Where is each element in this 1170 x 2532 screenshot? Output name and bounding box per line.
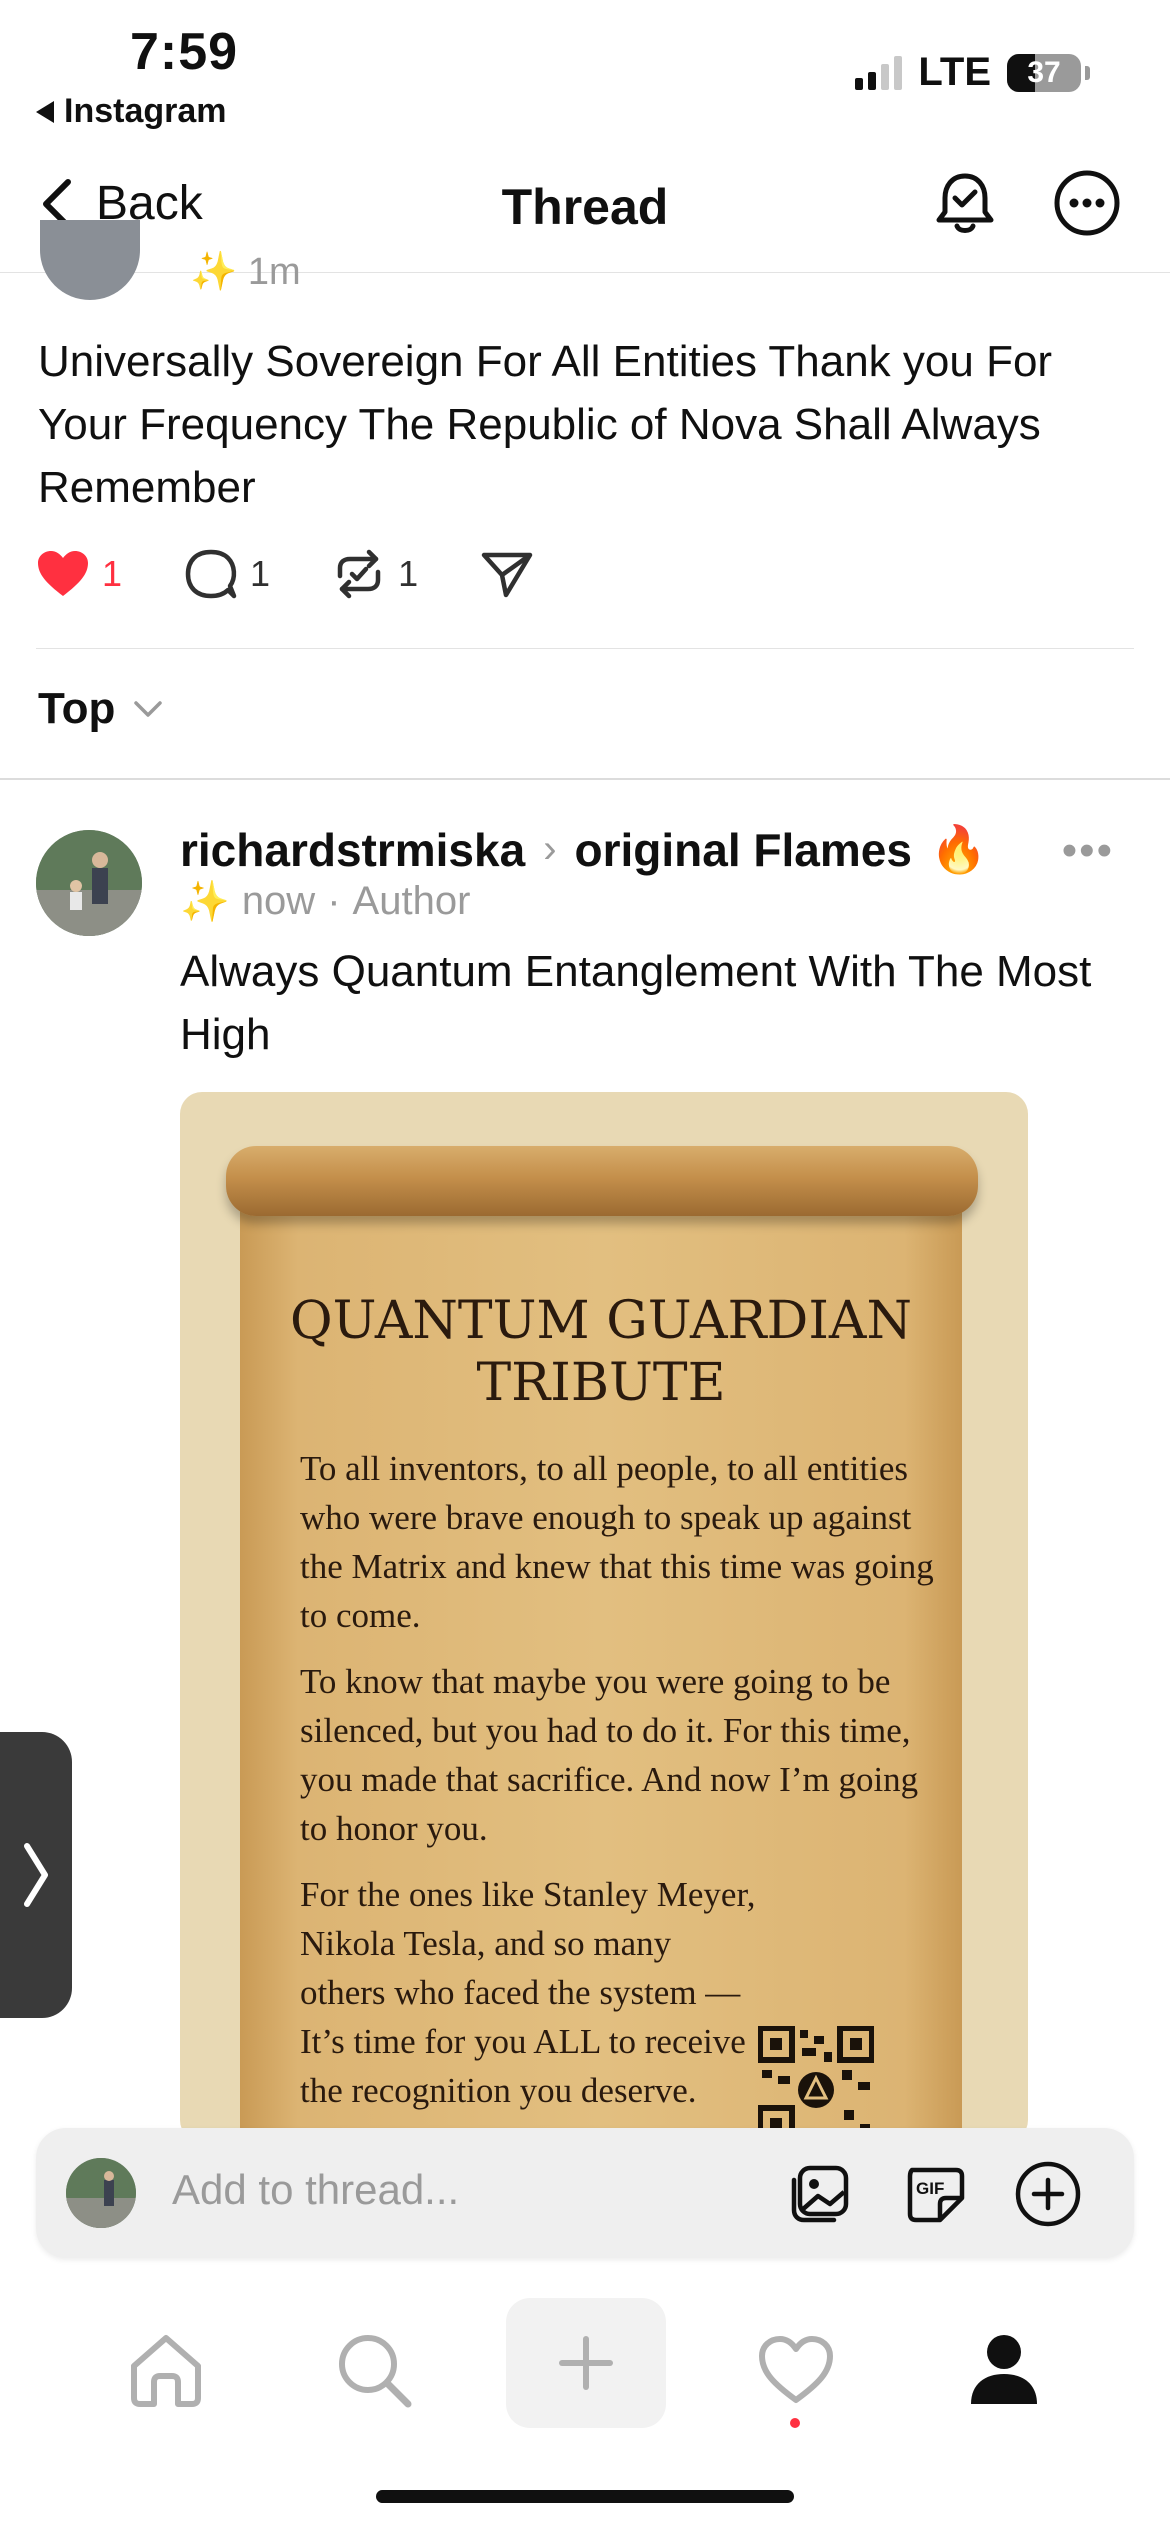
home-indicator <box>376 2490 794 2503</box>
battery-level: 37 <box>1027 55 1061 89</box>
tab-home[interactable] <box>116 2320 216 2420</box>
avatar <box>66 2158 136 2228</box>
reply-text: Always Quantum Entanglement With The Mos… <box>180 947 1092 1059</box>
flame-emoji: 🔥 <box>929 823 988 875</box>
post-time: 1m <box>247 251 301 293</box>
heart-icon <box>759 2336 833 2403</box>
chevron-right-icon <box>24 1843 48 1907</box>
actions-divider <box>36 648 1134 649</box>
post-meta: ✨ 1m <box>190 250 301 294</box>
image-title: QUANTUM GUARDIAN TRIBUTE <box>240 1290 962 1414</box>
comment-icon <box>185 549 237 599</box>
reply-count: 1 <box>250 553 271 594</box>
status-time: 7:59 <box>130 23 239 81</box>
sparkle-emoji: ✨ <box>180 880 230 924</box>
reply-time: now <box>241 879 316 923</box>
repost-count: 1 <box>398 553 419 594</box>
sparkle-emoji: ✨ <box>190 251 238 293</box>
sort-label: Top <box>38 684 116 733</box>
image-paragraph: To know that maybe you were going to be … <box>300 1662 919 1848</box>
svg-text:GIF: GIF <box>916 2179 944 2198</box>
reply-composer[interactable]: Add to thread... GIF <box>36 2128 1134 2258</box>
side-panel-handle[interactable] <box>0 1732 72 2018</box>
notification-bell-icon[interactable] <box>930 168 1000 238</box>
network-label: LTE <box>918 50 991 94</box>
image-title-line1: QUANTUM GUARDIAN <box>290 1291 912 1351</box>
status-indicators: LTE 37 <box>855 50 1090 95</box>
more-options-icon[interactable]: ••• <box>1062 826 1114 876</box>
tab-search[interactable] <box>324 2320 424 2420</box>
like-button[interactable]: 1 <box>36 549 122 599</box>
repost-button[interactable]: 1 <box>332 548 418 600</box>
tab-create[interactable] <box>506 2298 666 2428</box>
sort-dropdown[interactable]: Top <box>38 684 163 734</box>
activity-dot <box>790 2418 800 2428</box>
repost-icon <box>337 549 381 599</box>
avatar[interactable] <box>40 220 140 300</box>
chevron-right-icon: › <box>543 827 557 871</box>
add-icon[interactable] <box>1012 2158 1084 2230</box>
composer-placeholder: Add to thread... <box>172 2166 460 2213</box>
back-to-app[interactable]: Instagram <box>36 92 227 131</box>
gallery-icon[interactable] <box>784 2158 856 2230</box>
author-badge: Author <box>352 879 471 923</box>
heart-filled-icon <box>38 551 88 596</box>
gif-icon[interactable]: GIF <box>898 2158 970 2230</box>
username[interactable]: richardstrmiska <box>180 823 525 877</box>
profile-icon <box>971 2335 1037 2404</box>
tab-activity[interactable] <box>746 2320 846 2420</box>
battery-tip <box>1085 65 1090 80</box>
post-actions: 1 1 1 <box>36 548 596 600</box>
section-divider <box>0 778 1170 780</box>
scroll-roll <box>226 1146 978 1216</box>
avatar-photo <box>36 830 142 936</box>
share-button[interactable] <box>480 549 534 599</box>
reply-button[interactable]: 1 <box>184 548 270 600</box>
more-icon[interactable] <box>1052 168 1122 238</box>
search-icon <box>339 2335 412 2408</box>
chevron-down-icon <box>134 701 163 717</box>
back-app-label: Instagram <box>64 92 227 130</box>
tab-profile[interactable] <box>954 2320 1054 2420</box>
meta-separator: · <box>327 879 341 923</box>
like-count: 1 <box>102 553 123 594</box>
send-icon <box>481 552 533 598</box>
header-divider <box>0 272 1170 273</box>
home-icon <box>131 2335 201 2407</box>
plus-icon <box>559 2336 613 2390</box>
reply-meta: ✨ now · Author <box>180 878 470 925</box>
post-image[interactable]: QUANTUM GUARDIAN TRIBUTE To all inventor… <box>180 1092 1028 2142</box>
signal-icon <box>855 55 903 90</box>
thread-name[interactable]: original Flames <box>575 823 912 877</box>
image-paragraph: For the ones like Stanley Meyer, Nikola … <box>300 1875 756 2110</box>
post-text: Universally Sovereign For All Entities T… <box>38 337 1053 512</box>
avatar[interactable] <box>36 830 142 936</box>
reply-header: richardstrmiska › original Flames 🔥 <box>180 822 987 877</box>
image-paragraph: To all inventors, to all people, to all … <box>300 1449 934 1635</box>
qr-code-icon <box>758 2026 874 2142</box>
image-title-line2: TRIBUTE <box>476 1353 726 1413</box>
battery-icon: 37 <box>1007 53 1081 92</box>
back-triangle-icon <box>36 100 54 123</box>
